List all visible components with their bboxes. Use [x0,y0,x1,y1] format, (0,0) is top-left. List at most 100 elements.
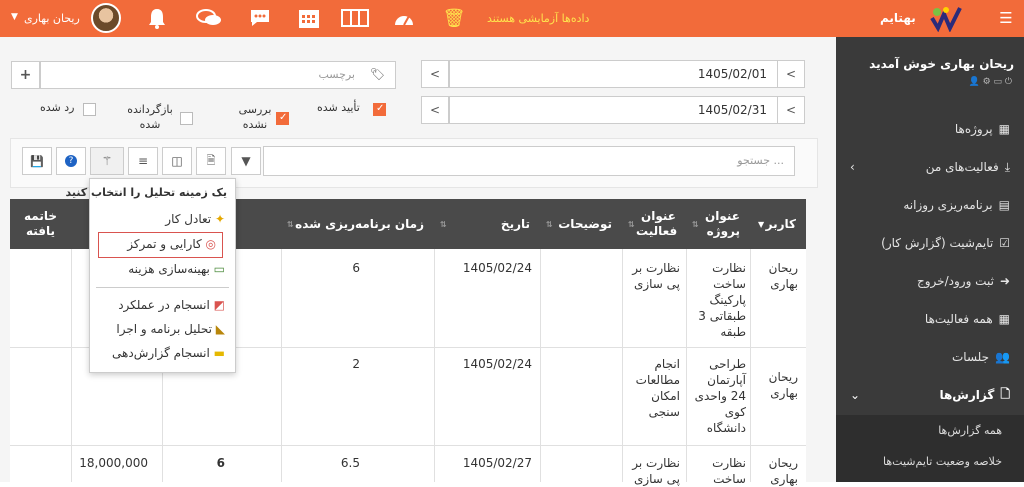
help-button[interactable]: ? [56,147,86,175]
save-button[interactable]: 💾 [22,147,52,175]
users-icon: 👥 [995,350,1010,364]
dropdown-title: یک زمینه تحلیل را انتخاب کنید [65,186,227,199]
status-rejected-label: رد شده [40,101,75,114]
money-icon: ▭ [213,262,225,276]
dashboard-icon[interactable] [391,6,417,30]
sort-icon: ⇅ [287,219,294,229]
brand-name[interactable]: بهتایم [880,11,916,25]
calendar-icon[interactable] [296,5,322,31]
download-icon: ⤓ [1004,159,1010,174]
dropdown-item-work-balance[interactable]: ✦ تعادل کار [165,212,225,226]
table-icon: ▤ [998,198,1010,212]
dropdown-item-efficiency-focus[interactable]: ◎ کارایی و تمرکز [98,232,223,258]
list-button[interactable]: ≡ [128,147,158,175]
question-icon: ? [65,155,77,167]
analysis-button[interactable]: ⚚ [90,147,124,175]
caret-down-icon[interactable]: ▼ [11,12,18,22]
comments-icon[interactable] [195,6,223,30]
status-unreviewed-checkbox[interactable] [276,112,289,125]
add-tag-button[interactable]: + [11,61,40,89]
chart-icon: ◩ [213,298,225,312]
col-header-user[interactable]: ▼ کاربر [750,199,806,249]
brand-logo [928,3,964,33]
grid-line [71,249,72,482]
grid-line [750,249,751,482]
to-date-picker-button[interactable]: < [421,96,449,124]
col-header-finished[interactable]: خاتمه یافته [10,199,71,249]
status-approved-checkbox[interactable] [373,103,386,116]
sort-icon: ▼ [758,219,765,229]
to-date-prev-button[interactable]: < [777,96,805,124]
bars-icon: ≡ [137,154,149,168]
tag-input[interactable]: برچسب 🏷 [40,61,396,89]
sort-icon: ⇅ [440,219,447,229]
sidebar-item-daily-planning[interactable]: برنامه‌ریزی روزانه ▤ [836,186,1024,224]
user-name[interactable]: ریحان بهاری [24,12,80,25]
grid-line [281,249,282,482]
filter-icon: ▼ [241,154,251,168]
from-date-input[interactable]: 1405/02/01 [449,60,778,88]
list-icon: ▦ [998,312,1010,326]
status-returned-label: بازگردانده شده [127,103,173,131]
col-header-activity[interactable]: ⇅ عنوان فعالیت [622,199,686,249]
sidebar-subitem-timesheet-summary[interactable]: خلاصه وضعیت تایم‌شیت‌ها [883,455,1002,468]
grid-line [434,249,435,482]
excel-icon: 🗎 [206,153,216,167]
sidebar-item-reports[interactable]: ⌄ گزارش‌ها 🗋 [836,376,1024,414]
menu-icon[interactable]: ☰ [996,8,1016,28]
arrow-icon: ➜ [999,274,1010,288]
bell-icon[interactable] [143,5,171,31]
sidebar-item-my-activities[interactable]: ‹ فعالیت‌های من ⤓ [836,148,1024,186]
grid-line [686,249,687,482]
col-header-date[interactable]: ⇅ تاریخ [434,199,540,249]
columns-button[interactable]: ◫ [162,147,192,175]
status-unreviewed-label: بررسی نشده [238,103,272,131]
col-header-description[interactable]: ⇅ توضیحات [540,199,622,249]
demo-notice: داده‌ها آزمایشی هستند [487,12,590,25]
folder-icon: ▬ [213,346,225,360]
from-date-prev-button[interactable]: < [777,60,805,88]
sort-icon: ⇅ [692,219,699,229]
columns-icon: ◫ [171,154,183,168]
ruler-icon: ◣ [215,322,225,336]
analysis-dropdown: یک زمینه تحلیل را انتخاب کنید ✦ تعادل کا… [65,178,236,373]
export-excel-button[interactable]: 🗎 [196,147,226,175]
sidebar-item-checkin[interactable]: ثبت ورود/خروج ➜ [836,262,1024,300]
sort-icon: ⇅ [628,219,635,229]
sort-icon: ⇅ [546,219,553,229]
search-input[interactable]: جستجو ... [263,146,795,176]
top-bar: ☰ بهتایم داده‌ها آزمایشی هستند 🗑 ریحان ب… [0,0,1024,37]
to-date-input[interactable]: 1405/02/31 [449,96,778,124]
sidebar-subitem-all-reports[interactable]: همه گزارش‌ها [938,424,1002,437]
grid-line [540,249,541,482]
dropdown-item-performance-cohesion[interactable]: ◩ انسجام در عملکرد [118,298,225,312]
dropdown-item-reporting-cohesion[interactable]: ▬ انسجام گزارش‌دهی [112,346,225,360]
status-returned-checkbox[interactable] [180,112,193,125]
avatar[interactable] [91,3,121,33]
chat-dots-icon[interactable] [247,6,273,30]
from-date-picker-button[interactable]: < [421,60,449,88]
trash-icon[interactable]: 🗑 [442,6,466,30]
sidebar: ریحان بهاری خوش آمدید 👤 ⚙ ▭ ⏻ پروژه‌ها ▦… [836,37,1024,482]
welcome-text: ریحان بهاری خوش آمدید [869,57,1014,71]
status-rejected-checkbox[interactable] [83,103,96,116]
dropdown-item-cost-optimization[interactable]: ▭ بهینه‌سازی هزینه [128,262,225,276]
target-icon: ◎ [205,237,216,251]
sidebar-item-meetings[interactable]: جلسات 👥 [836,338,1024,376]
chevron-down-icon: ⌄ [850,388,861,402]
dropdown-item-plan-execution[interactable]: ◣ تحلیل برنامه و اجرا [116,322,225,336]
grid-line [10,445,806,446]
col-header-planned-time[interactable]: ⇅ زمان برنامه‌ریزی شده [281,199,434,249]
sidebar-item-projects[interactable]: پروژه‌ها ▦ [836,110,1024,148]
sidebar-item-timesheet[interactable]: تایم‌شیت (گزارش کار) ☑ [836,224,1024,262]
chevron-left-icon: ‹ [850,160,855,174]
sparkle-icon: ✦ [214,212,225,226]
cubes-icon: ▦ [998,122,1010,136]
profile-icons: 👤 ⚙ ▭ ⏻ [968,77,1012,87]
tag-icon: 🏷 [369,67,385,81]
status-approved-label: تأیید شده [317,101,360,114]
filter-button[interactable]: ▼ [231,147,261,175]
sidebar-item-all-activities[interactable]: همه فعالیت‌ها ▦ [836,300,1024,338]
columns-icon[interactable] [340,6,370,30]
col-header-project[interactable]: ⇅ عنوان پروژه [686,199,750,249]
